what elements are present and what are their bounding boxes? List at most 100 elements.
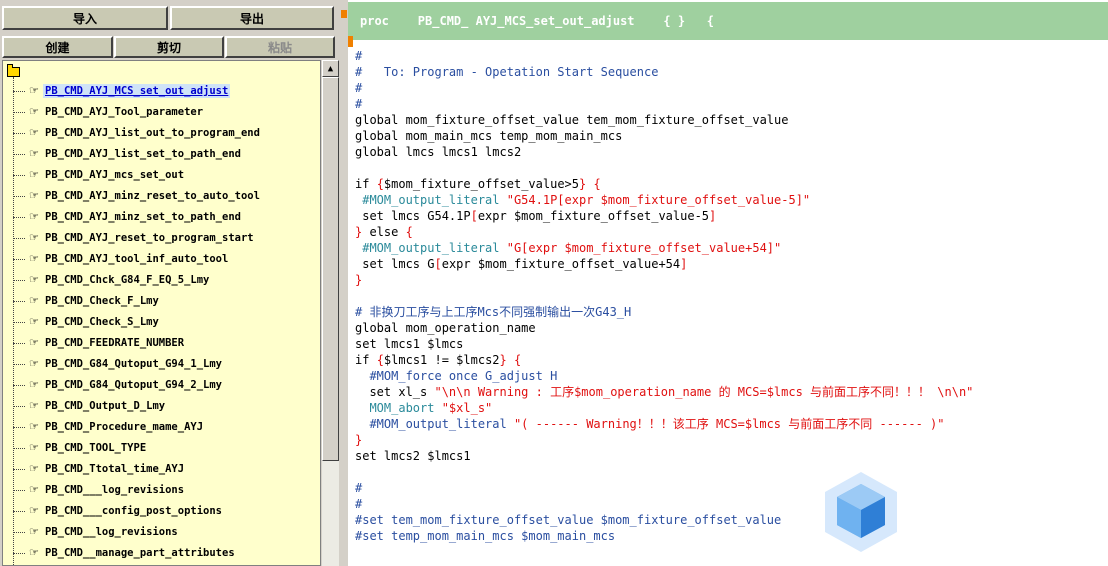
tree-item-label: PB_CMD__manage_part_attributes	[45, 547, 235, 559]
proc-signature: proc PB_CMD_ AYJ_MCS_set_out_adjust { } …	[360, 14, 715, 28]
hand-pointer-icon: ☞	[29, 209, 39, 225]
tree-item[interactable]: ☞ PB_CMD___config_post_options	[13, 501, 224, 521]
tree-item[interactable]: ☞ PB_CMD_AYJ_minz_set_to_path_end	[13, 207, 243, 227]
hand-pointer-icon: ☞	[29, 188, 39, 204]
code-line: global mom_fixture_offset_value tem_mom_…	[355, 113, 789, 127]
left-panel: 导入 导出 创建 剪切 粘贴 ☞ PB_CMD_AYJ_MCS_set_out_a…	[0, 0, 343, 566]
tree-connector	[13, 489, 25, 491]
code-line: # To: Program - Opetation Start Sequence	[355, 65, 659, 79]
hand-pointer-icon: ☞	[29, 251, 39, 267]
tree-connector	[13, 342, 25, 344]
tree-connector	[13, 279, 25, 281]
tree-item[interactable]: ☞ PB_CMD__manage_part_attributes	[13, 543, 237, 563]
tree-item[interactable]: ☞ PB_CMD_AYJ_minz_reset_to_auto_tool	[13, 186, 262, 206]
hand-pointer-icon: ☞	[29, 461, 39, 477]
tree-item-label: PB_CMD_AYJ_list_set_to_path_end	[45, 148, 241, 160]
hand-pointer-icon: ☞	[29, 356, 39, 372]
tree-connector	[13, 552, 25, 554]
paste-button[interactable]: 粘贴	[225, 36, 335, 58]
tree-item[interactable]: ☞ PB_CMD_AYJ_Tool_parameter	[13, 102, 205, 122]
tree-item[interactable]: ☞ PB_CMD_AYJ_list_out_to_program_end	[13, 123, 262, 143]
code-line: set lmcs1 $lmcs	[355, 337, 464, 351]
tree-item[interactable]: ☞ PB_CMD_Check_F_Lmy	[13, 291, 161, 311]
tree-connector	[13, 321, 25, 323]
tree-item[interactable]: ☞ PB_CMD_AYJ_list_set_to_path_end	[13, 144, 243, 164]
tree-connector	[13, 447, 25, 449]
tree-item[interactable]: ☞ PB_CMD_Chck_G84_F_EQ_5_Lmy	[13, 270, 211, 290]
tree-item[interactable]: ☞ PB_CMD_AYJ_tool_inf_auto_tool	[13, 249, 230, 269]
tree-scrollbar[interactable]: ▲	[322, 60, 339, 566]
tree-connector	[13, 174, 25, 176]
code-line: set lmcs2 $lmcs1	[355, 449, 471, 463]
code-line: global lmcs lmcs1 lmcs2	[355, 145, 522, 159]
editor-marker	[348, 36, 353, 47]
code-line: }	[355, 433, 363, 447]
tree-connector	[13, 258, 25, 260]
tree-item[interactable]: ☞ PB_CMD_AYJ_MCS_set_out_adjust	[13, 81, 231, 101]
tree-item-label: PB_CMD_G84_Qutoput_G94_1_Lmy	[45, 358, 223, 370]
panel-splitter[interactable]	[340, 0, 348, 566]
hand-pointer-icon: ☞	[29, 482, 39, 498]
tree-item-label: PB_CMD_Check_F_Lmy	[45, 295, 159, 307]
tree-item[interactable]: ☞ PB_CMD_G84_Qutoput_G94_2_Lmy	[13, 375, 224, 395]
tree-item-label: PB_CMD_Procedure_mame_AYJ	[45, 421, 204, 433]
code-line: #	[355, 81, 363, 95]
tree-item[interactable]: ☞ PB_CMD_Check_S_Lmy	[13, 312, 161, 332]
tree-item[interactable]: ☞ PB_CMD_Procedure_mame_AYJ	[13, 417, 205, 437]
code-line: #	[355, 49, 363, 63]
cut-button[interactable]: 剪切	[114, 36, 224, 58]
tree-connector	[13, 132, 25, 134]
code-line: #MOM_output_literal "( ------ Warning！！！…	[355, 417, 945, 431]
tree-item-label: PB_CMD_AYJ_tool_inf_auto_tool	[45, 253, 229, 265]
tree-item[interactable]: ☞ PB_CMD___log_revisions	[13, 480, 186, 500]
hand-pointer-icon: ☞	[29, 419, 39, 435]
scroll-up-arrow-icon[interactable]: ▲	[322, 60, 339, 77]
code-line: MOM_abort "$xl_s"	[355, 401, 493, 415]
tree-item[interactable]: ☞ PB_CMD_AYJ_reset_to_program_start	[13, 228, 256, 248]
tree-item[interactable]: ☞ PB_CMD_TOOL_TYPE	[13, 438, 148, 458]
tree-item-label: PB_CMD_TOOL_TYPE	[45, 442, 147, 454]
hand-pointer-icon: ☞	[29, 503, 39, 519]
command-tree[interactable]: ☞ PB_CMD_AYJ_MCS_set_out_adjust ☞ PB_CMD_AY…	[2, 60, 321, 566]
export-button[interactable]: 导出	[170, 6, 334, 30]
hand-pointer-icon: ☞	[29, 524, 39, 540]
tree-item[interactable]: ☞ PB_CMD__log_revisions	[13, 522, 180, 542]
tree-item[interactable]: ☞ PB_CMD_G84_Qutoput_G94_1_Lmy	[13, 354, 224, 374]
tree-item[interactable]: ☞ PB_CMD_AYJ_mcs_set_out	[13, 165, 186, 185]
tree-item-label: PB_CMD_Output_D_Lmy	[45, 400, 166, 412]
tree-item-label: PB_CMD_Chck_G84_F_EQ_5_Lmy	[45, 274, 210, 286]
hand-pointer-icon: ☞	[29, 377, 39, 393]
hand-pointer-icon: ☞	[29, 83, 39, 99]
tree-connector	[13, 111, 25, 113]
tree-item-label: PB_CMD_AYJ_Tool_parameter	[45, 106, 204, 118]
code-line: if {$lmcs1 != $lmcs2} {	[355, 353, 522, 367]
tree-connector	[13, 510, 25, 512]
code-line: } else {	[355, 225, 413, 239]
cube-logo-icon	[825, 472, 897, 552]
proc-header: proc PB_CMD_ AYJ_MCS_set_out_adjust { } …	[348, 2, 1108, 40]
splitter-marker	[341, 10, 347, 18]
tree-item-label: PB_CMD_AYJ_minz_reset_to_auto_tool	[45, 190, 260, 202]
code-line: #MOM_force once G_adjust H	[355, 369, 558, 383]
hand-pointer-icon: ☞	[29, 335, 39, 351]
tree-connector	[13, 426, 25, 428]
tree-connector	[13, 384, 25, 386]
folder-icon[interactable]	[7, 64, 20, 77]
code-editor[interactable]: # # To: Program - Opetation Start Sequenc…	[348, 36, 1108, 566]
code-line: }	[355, 273, 363, 287]
import-button[interactable]: 导入	[2, 6, 168, 30]
tree-item[interactable]: ☞ PB_CMD_Output_D_Lmy	[13, 396, 167, 416]
tree-connector	[13, 363, 25, 365]
tree-connector	[13, 216, 25, 218]
code-line: set lmcs G[expr $mom_fixture_offset_valu…	[355, 257, 688, 271]
create-button[interactable]: 创建	[2, 36, 113, 58]
hand-pointer-icon: ☞	[29, 314, 39, 330]
hand-pointer-icon: ☞	[29, 293, 39, 309]
scroll-thumb[interactable]	[322, 77, 339, 461]
tree-item[interactable]: ☞ PB_CMD_Ttotal_time_AYJ	[13, 459, 186, 479]
code-line: global mom_main_mcs temp_mom_main_mcs	[355, 129, 623, 143]
tree-item[interactable]: ☞ PB_CMD_FEEDRATE_NUMBER	[13, 333, 186, 353]
hand-pointer-icon: ☞	[29, 230, 39, 246]
